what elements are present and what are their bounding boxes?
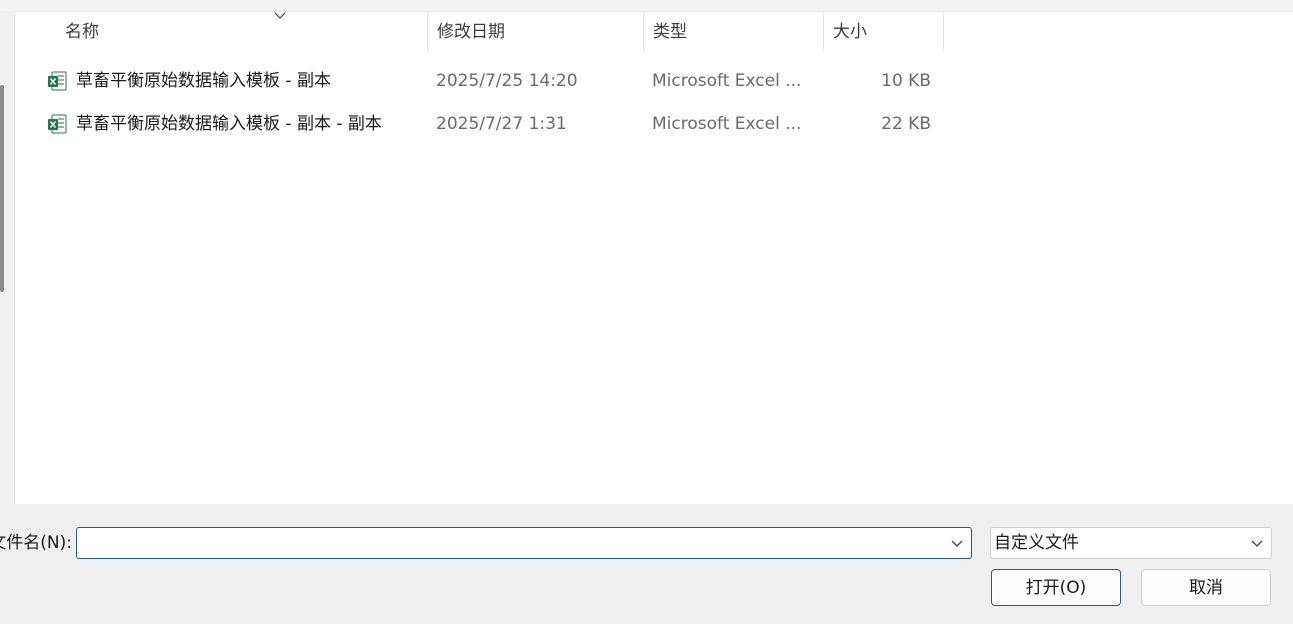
file-type: Microsoft Excel ... bbox=[652, 114, 802, 134]
file-list: 名称 修改日期 类型 大小 草畜平衡原始数据输入模板 - 副本 2025/7/2… bbox=[14, 11, 1293, 504]
filetype-selected: 自定义文件 bbox=[994, 533, 1079, 553]
sort-down-icon bbox=[274, 12, 286, 19]
column-header-modified[interactable]: 修改日期 bbox=[427, 12, 644, 52]
file-name: 草畜平衡原始数据输入模板 - 副本 - 副本 bbox=[76, 114, 382, 134]
column-header-type-label: 类型 bbox=[653, 22, 687, 42]
filetype-select[interactable]: 自定义文件 bbox=[990, 527, 1272, 559]
cancel-button[interactable]: 取消 bbox=[1141, 569, 1271, 606]
open-button[interactable]: 打开(O) bbox=[991, 569, 1121, 606]
top-strip bbox=[0, 0, 1293, 11]
column-header-modified-label: 修改日期 bbox=[437, 22, 505, 42]
navigation-pane-scrollbar[interactable] bbox=[0, 85, 4, 292]
file-name: 草畜平衡原始数据输入模板 - 副本 bbox=[76, 71, 331, 91]
column-header-type[interactable]: 类型 bbox=[643, 12, 824, 52]
filename-input[interactable] bbox=[77, 528, 953, 558]
excel-file-icon bbox=[48, 71, 67, 91]
chevron-down-icon[interactable] bbox=[951, 538, 963, 548]
filename-label: 文件名(N): bbox=[0, 533, 72, 553]
chevron-down-icon bbox=[1251, 540, 1263, 547]
filename-combobox[interactable] bbox=[76, 527, 972, 559]
column-header-size[interactable]: 大小 bbox=[823, 12, 944, 52]
file-type: Microsoft Excel ... bbox=[652, 71, 802, 91]
column-header-size-label: 大小 bbox=[833, 22, 867, 42]
column-header-name-label: 名称 bbox=[65, 22, 99, 42]
file-row[interactable]: 草畜平衡原始数据输入模板 - 副本 2025/7/25 14:20 Micros… bbox=[15, 61, 1293, 101]
column-header-name[interactable]: 名称 bbox=[55, 12, 428, 52]
file-size: 22 KB bbox=[881, 114, 931, 134]
file-modified: 2025/7/25 14:20 bbox=[436, 71, 578, 91]
file-modified: 2025/7/27 1:31 bbox=[436, 114, 567, 134]
excel-file-icon bbox=[48, 114, 67, 134]
file-size: 10 KB bbox=[881, 71, 931, 91]
file-row[interactable]: 草畜平衡原始数据输入模板 - 副本 - 副本 2025/7/27 1:31 Mi… bbox=[15, 104, 1293, 144]
